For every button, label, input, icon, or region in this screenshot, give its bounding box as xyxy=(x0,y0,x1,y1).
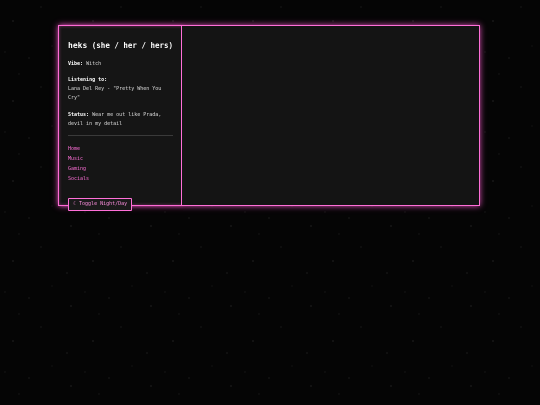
main-content-area xyxy=(182,26,479,205)
nav-link-socials[interactable]: Socials xyxy=(68,174,173,184)
profile-name: heks xyxy=(68,41,88,50)
sidebar: heks (she / her / hers) Vibe: Witch List… xyxy=(59,26,182,211)
nav-menu: Home Music Gaming Socials xyxy=(68,144,173,184)
divider xyxy=(68,135,173,136)
nav-link-music[interactable]: Music xyxy=(68,154,173,164)
listening-label: Listening to: xyxy=(68,77,108,83)
listening-value: Lana Del Rey - "Pretty When You Cry" xyxy=(68,86,162,101)
toggle-label: Toggle Night/Day xyxy=(79,201,128,207)
vibe-label: Vibe: xyxy=(68,61,84,67)
listening-row: Listening to: Lana Del Rey - "Pretty Whe… xyxy=(68,76,173,103)
toggle-night-day-button[interactable]: ☾ Toggle Night/Day xyxy=(68,197,133,211)
status-row: Status: Wear me out like Prada, devil in… xyxy=(68,111,173,129)
moon-icon: ☾ xyxy=(73,201,77,207)
nav-link-home[interactable]: Home xyxy=(68,144,173,154)
profile-pronouns: (she / her / hers) xyxy=(91,41,174,50)
profile-header: heks (she / her / hers) xyxy=(68,41,173,50)
vibe-row: Vibe: Witch xyxy=(68,60,173,69)
vibe-value: Witch xyxy=(86,61,102,67)
status-label: Status: xyxy=(68,112,90,118)
profile-card: heks (she / her / hers) Vibe: Witch List… xyxy=(58,25,480,211)
nav-link-gaming[interactable]: Gaming xyxy=(68,164,173,174)
